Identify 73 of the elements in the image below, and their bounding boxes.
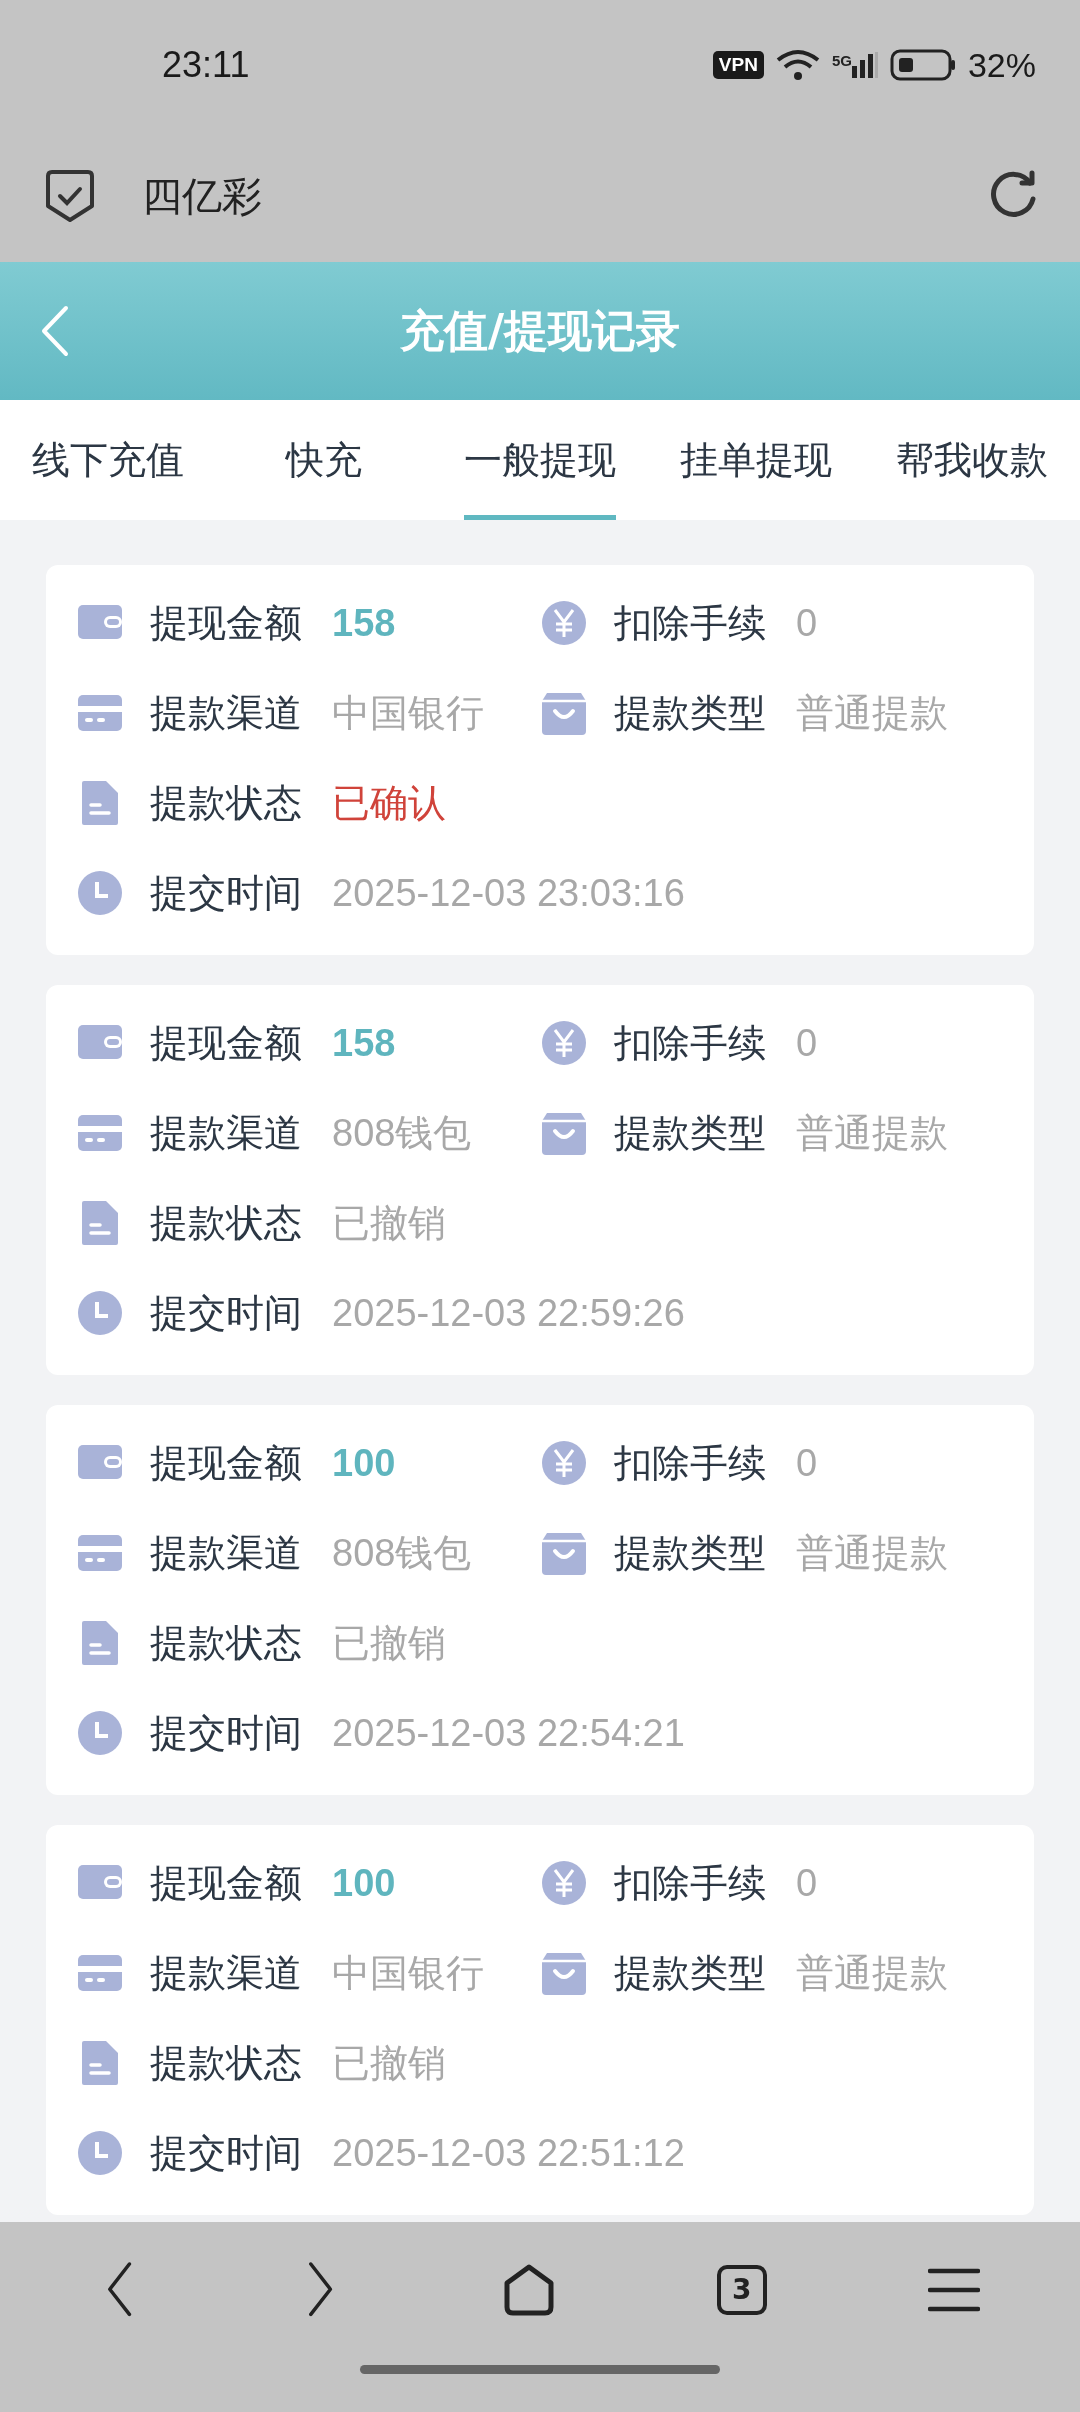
- field-value: 普通提款: [796, 1530, 948, 1576]
- field-label: 提款类型: [614, 1529, 766, 1577]
- field-label: 扣除手续: [614, 1019, 766, 1067]
- field-value: 808钱包: [332, 1530, 472, 1576]
- field-label: 提交时间: [150, 1289, 302, 1337]
- battery-percent: 32%: [967, 45, 1036, 85]
- field-value: 中国银行: [332, 690, 484, 736]
- field-label: 提款状态: [150, 2039, 302, 2087]
- field-value: 中国银行: [332, 1950, 484, 1996]
- network-label: 5G: [831, 52, 852, 69]
- field-label: 扣除手续: [614, 1439, 766, 1487]
- clock-icon: [76, 869, 124, 917]
- field-value: 158: [332, 601, 396, 645]
- field-value: 普通提款: [796, 1950, 948, 1996]
- field-value: 0: [796, 1441, 818, 1485]
- field-value: 0: [796, 1021, 818, 1065]
- field-value: 2025-12-03 23:03:16: [332, 871, 685, 915]
- yen-coin-icon: [540, 1859, 588, 1907]
- field-label: 提款类型: [614, 1109, 766, 1157]
- field-value: 2025-12-03 22:54:21: [332, 1711, 685, 1755]
- field-label: 提款渠道: [150, 1529, 302, 1577]
- field-label: 提款状态: [150, 1199, 302, 1247]
- field-label: 提款类型: [614, 1949, 766, 1997]
- field-value: 158: [332, 1021, 396, 1065]
- field-label: 提现金额: [150, 599, 302, 647]
- site-title: 四亿彩: [142, 171, 263, 221]
- wifi-icon: [775, 48, 820, 82]
- field-value: 2025-12-03 22:51:12: [332, 2131, 685, 2175]
- field-value: 普通提款: [796, 690, 948, 736]
- field-label: 提现金额: [150, 1019, 302, 1067]
- field-label: 扣除手续: [614, 1859, 766, 1907]
- field-value: 普通提款: [796, 1110, 948, 1156]
- field-value: 2025-12-03 22:59:26: [332, 1291, 685, 1335]
- yen-coin-icon: [540, 1439, 588, 1487]
- field-label: 提现金额: [150, 1859, 302, 1907]
- clock-icon: [76, 1709, 124, 1757]
- field-value: 808钱包: [332, 1110, 472, 1156]
- field-label: 提交时间: [150, 869, 302, 917]
- clock-icon: [76, 1289, 124, 1337]
- tab[interactable]: 帮我收款: [896, 400, 1048, 520]
- menu-icon[interactable]: [927, 2266, 980, 2313]
- battery-icon: [889, 49, 956, 81]
- field-label: 提款状态: [150, 1619, 302, 1667]
- page-title: 充值/提现记录: [399, 303, 681, 358]
- field-value: 已撤销: [332, 1620, 446, 1666]
- tab[interactable]: 线下充值: [32, 400, 184, 520]
- field-value: 已撤销: [332, 1200, 446, 1246]
- clock-icon: [76, 2129, 124, 2177]
- field-value: 100: [332, 1861, 396, 1905]
- field-label: 提款类型: [614, 689, 766, 737]
- field-value: 0: [796, 1861, 818, 1905]
- field-value: 100: [332, 1441, 396, 1485]
- field-label: 提款渠道: [150, 689, 302, 737]
- vpn-badge: VPN: [712, 51, 764, 79]
- field-label: 扣除手续: [614, 599, 766, 647]
- field-label: 提现金额: [150, 1439, 302, 1487]
- signal-icon: [851, 52, 878, 78]
- field-value: 0: [796, 601, 818, 645]
- yen-coin-icon: [540, 599, 588, 647]
- tab[interactable]: 挂单提现: [680, 400, 832, 520]
- field-value: 已撤销: [332, 2040, 446, 2086]
- field-label: 提款渠道: [150, 1109, 302, 1157]
- tab-count-button[interactable]: 3: [716, 2264, 767, 2315]
- field-label: 提款渠道: [150, 1949, 302, 1997]
- shield-check-icon: [44, 168, 96, 224]
- yen-coin-icon: [540, 1019, 588, 1067]
- field-label: 提交时间: [150, 2129, 302, 2177]
- tab[interactable]: 快充: [286, 400, 362, 520]
- field-label: 提交时间: [150, 1709, 302, 1757]
- home-icon[interactable]: [502, 2262, 556, 2317]
- clock-time: 23:11: [162, 44, 250, 86]
- field-value: 已确认: [332, 780, 446, 826]
- field-label: 提款状态: [150, 779, 302, 827]
